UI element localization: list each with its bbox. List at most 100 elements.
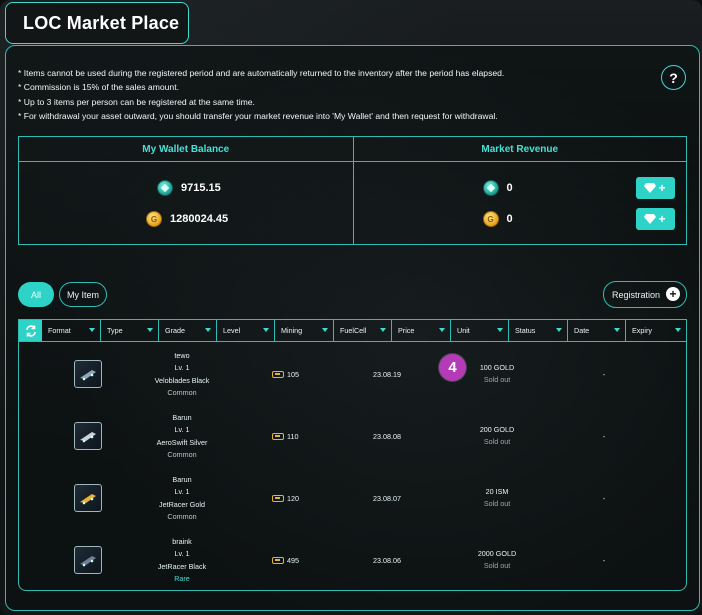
market-revenue-column: Market Revenue 0 G 0 + + [352,137,686,244]
column-status[interactable]: Status [509,320,568,341]
table-header: Format Type Grade Level Mining FuelCell … [19,320,686,342]
gold-coin-icon: G [146,211,162,227]
column-label: Status [515,326,536,335]
page-title: LOC Market Place [5,2,189,44]
item-rarity: Common [167,387,197,397]
balance-gold-value: 1280024.45 [170,213,229,225]
price-block: 200 GOLD Sold out [467,424,527,447]
skate-item-icon [74,484,102,512]
column-fuelcell[interactable]: FuelCell [334,320,392,341]
registration-label: Registration [612,289,661,300]
mining-value: 105 [287,370,299,379]
market-table: Format Type Grade Level Mining FuelCell … [18,319,687,591]
price-value: 20 ISM [485,487,509,496]
wallet-balance-title: My Wallet Balance [19,137,353,162]
price-value: 100 GOLD [479,363,515,372]
price-block: 100 GOLD Sold out [467,362,527,385]
column-label: Grade [165,326,185,335]
chevron-down-icon [675,328,681,332]
status-badge: Sold out [483,498,511,508]
transfer-diamond-button[interactable]: + [635,177,675,199]
mining-cell: 495 [272,556,299,565]
expiry-value: - [602,494,606,503]
plus-circle-icon: + [666,287,680,301]
market-revenue-title: Market Revenue [353,137,686,162]
notice-item: * For withdrawal your asset outward, you… [18,110,498,121]
table-row[interactable]: Barun Lv. 1 JetRacer Gold Common 120 23.… [19,466,686,528]
revenue-gold-value: 0 [506,213,513,225]
item-rarity: Common [167,449,197,459]
item-name: JetRacer Gold [159,499,205,509]
mining-chip-icon [272,495,284,502]
notice-item: * Items cannot be used during the regist… [18,68,505,78]
step-marker-badge: 4 [439,354,466,381]
column-price[interactable]: Price [392,320,451,341]
add-label: + [658,212,666,226]
mining-value: 495 [287,556,299,565]
refresh-icon [25,324,36,337]
skate-item-icon [74,546,102,574]
status-badge: Sold out [483,374,511,384]
diamond-icon [644,183,657,193]
item-level: Lv. 1 [174,549,190,559]
column-label: Level [223,326,241,335]
refresh-button[interactable] [19,320,42,341]
item-rarity: Common [167,511,197,521]
item-info: Barun Lv. 1 AeroSwift Silver Common [137,412,227,461]
expiry-value: - [602,432,606,441]
mining-value: 120 [287,494,299,503]
filter-my-item-button[interactable]: My Item [59,282,107,307]
wallet-summary: My Wallet Balance 9715.15 G 1280024.45 M… [18,136,687,245]
column-label: FuelCell [340,326,367,335]
column-label: Date [574,326,590,335]
column-type[interactable]: Type [101,320,159,341]
registration-button[interactable]: Registration + [603,281,687,308]
column-format[interactable]: Format [42,320,101,341]
column-label: Type [107,326,123,335]
chevron-down-icon [205,328,211,332]
help-icon: ? [669,69,678,86]
help-button[interactable]: ? [661,65,686,90]
column-label: Unit [457,326,470,335]
column-expiry[interactable]: Expiry [626,320,686,341]
mining-chip-icon [272,371,284,378]
mining-value: 110 [287,432,299,441]
column-level[interactable]: Level [217,320,275,341]
seller-name: tewo [174,351,190,360]
column-mining[interactable]: Mining [275,320,334,341]
registered-date: 23.08.08 [373,432,401,441]
skate-item-icon [74,422,102,450]
seller-name: braink [172,537,192,546]
item-info: braink Lv. 1 JetRacer Black Rare [137,536,227,585]
expiry-value: - [602,556,606,565]
table-row[interactable]: tewo Lv. 1 Veloblades Black Common 105 2… [19,342,686,404]
column-grade[interactable]: Grade [159,320,217,341]
column-date[interactable]: Date [568,320,626,341]
balance-gold-row: G 1280024.45 [146,211,228,227]
registered-date: 23.08.06 [373,556,401,565]
chevron-down-icon [147,328,153,332]
column-label: Expiry [632,326,652,335]
transfer-gold-button[interactable]: + [635,208,675,230]
item-level: Lv. 1 [174,363,190,373]
chevron-down-icon [380,328,386,332]
filter-my-item-label: My Item [66,289,99,300]
column-unit[interactable]: Unit [451,320,509,341]
mining-cell: 105 [272,370,299,379]
filter-all-button[interactable]: All [18,282,54,307]
revenue-diamond-row: 0 [482,180,513,196]
price-block: 2000 GOLD Sold out [467,548,527,571]
table-row[interactable]: braink Lv. 1 JetRacer Black Rare 495 23.… [19,528,686,590]
chevron-down-icon [556,328,562,332]
status-badge: Sold out [483,436,511,446]
status-badge: Sold out [483,560,511,570]
revenue-gold-row: G 0 [482,211,513,227]
seller-name: Barun [172,475,192,484]
mining-cell: 120 [272,494,299,503]
mining-chip-icon [272,433,284,440]
table-row[interactable]: Barun Lv. 1 AeroSwift Silver Common 110 … [19,404,686,466]
filter-all-label: All [30,289,41,300]
page-title-text: LOC Market Place [23,12,180,33]
notice-list: * Items cannot be used during the regist… [18,66,618,123]
item-name: Veloblades Black [154,375,210,385]
